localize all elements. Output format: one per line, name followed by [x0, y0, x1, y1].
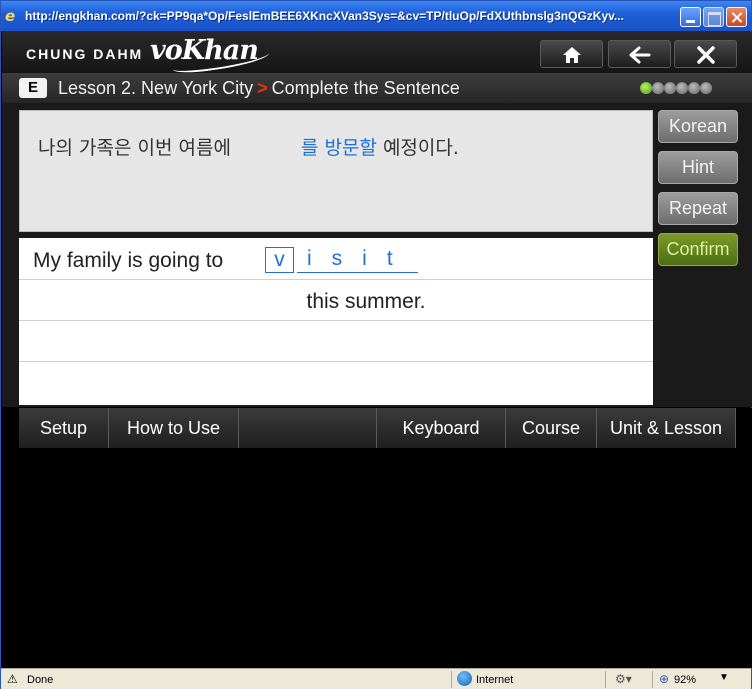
arrow-left-icon	[629, 46, 650, 64]
empty-area	[2, 448, 752, 668]
answer-typed-letter[interactable]: v	[265, 247, 294, 273]
korean-before: 나의 가족은 이번 여름에	[38, 137, 231, 159]
korean-after: 예정이다.	[382, 137, 459, 159]
home-icon	[562, 47, 581, 63]
confirm-button[interactable]: Confirm	[658, 233, 738, 266]
progress-dot	[688, 82, 700, 94]
progress-dots	[640, 81, 712, 95]
page-done-icon: ⚠	[7, 672, 18, 686]
breadcrumb-chevron-icon: >	[257, 78, 268, 98]
repeat-button[interactable]: Repeat	[658, 192, 738, 225]
row-divider	[19, 361, 653, 362]
progress-dot	[652, 82, 664, 94]
menu-course[interactable]: Course	[506, 408, 597, 448]
browser-url: http://engkhan.com/?ck=PP9qa*Op/FeslEmBE…	[25, 9, 624, 23]
level-badge: E	[19, 78, 47, 98]
menu-setup[interactable]: Setup	[19, 408, 109, 448]
progress-dot	[676, 82, 688, 94]
zoom-dropdown-icon[interactable]: ▼	[719, 672, 729, 683]
section-title: Complete the Sentence	[271, 78, 460, 98]
korean-target: 를 방문할	[300, 137, 377, 159]
protected-mode-icon[interactable]: ⚙▾	[615, 672, 632, 686]
zoom-icon[interactable]: ⊕	[659, 672, 669, 686]
korean-sentence-panel: 나의 가족은 이번 여름에 를 방문할 예정이다.	[19, 110, 653, 232]
zoom-level[interactable]: 92%	[674, 674, 696, 686]
maximize-button[interactable]	[703, 7, 724, 27]
brand-name: CHUNG DAHM	[26, 46, 144, 62]
row-divider	[19, 320, 653, 321]
english-sentence-panel: My family is going to v isit this summer…	[19, 238, 653, 405]
hint-button[interactable]: Hint	[658, 151, 738, 184]
zone-text: Internet	[476, 674, 514, 686]
menu-how-to-use[interactable]: How to Use	[109, 408, 239, 448]
lesson-breadcrumb: Lesson 2. New York City > Complete the Sen…	[58, 78, 460, 99]
status-text: Done	[27, 674, 54, 686]
menu-unit-lesson[interactable]: Unit & Lesson	[597, 408, 736, 448]
internet-zone-icon	[457, 671, 472, 686]
menu-blank	[239, 408, 377, 448]
internet-explorer-icon: e	[5, 7, 16, 25]
browser-window: e http://engkhan.com/?ck=PP9qa*Op/FeslEm…	[0, 0, 752, 689]
close-icon	[696, 46, 715, 64]
window-close-button[interactable]	[726, 7, 747, 27]
korean-button[interactable]: Korean	[658, 110, 738, 143]
menu-keyboard[interactable]: Keyboard	[377, 408, 506, 448]
bottom-menu: Setup How to Use Keyboard Course Unit & …	[2, 408, 752, 448]
app-header: CHUNG DAHM voKhan	[2, 31, 752, 76]
minimize-button[interactable]	[680, 7, 701, 27]
back-button[interactable]	[608, 40, 671, 68]
progress-dot	[700, 82, 712, 94]
english-after: this summer.	[306, 290, 426, 313]
row-divider	[19, 279, 653, 280]
answer-remaining-letters[interactable]: isit	[297, 247, 418, 273]
close-button[interactable]	[674, 40, 737, 68]
progress-dot-active	[640, 82, 652, 94]
lesson-title: Lesson 2. New York City	[58, 78, 254, 98]
browser-status-bar: ⚠ Done Internet ⚙▾ ⊕ 92% ▼	[1, 668, 751, 689]
english-before: My family is going to	[33, 249, 224, 272]
browser-title-bar: e http://engkhan.com/?ck=PP9qa*Op/FeslEm…	[1, 1, 751, 31]
home-button[interactable]	[540, 40, 603, 68]
progress-dot	[664, 82, 676, 94]
korean-sentence: 나의 가족은 이번 여름에 를 방문할 예정이다.	[38, 133, 459, 160]
lesson-bar: E Lesson 2. New York City > Complete the S…	[2, 73, 752, 103]
